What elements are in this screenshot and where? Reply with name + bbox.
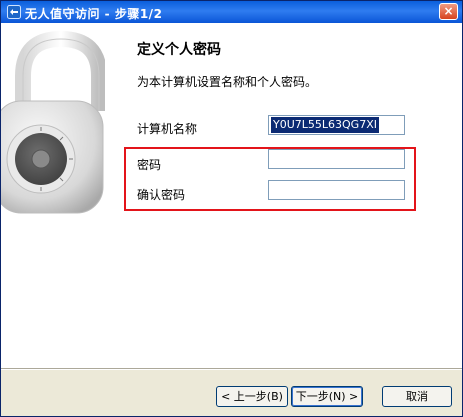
computer-name-label: 计算机名称: [137, 122, 198, 136]
button-separator: [1, 368, 462, 370]
wizard-window: 无人值守访问 - 步骤1/2 × 定义个人密码 为本计算机设置名称和个人密码。 …: [0, 0, 463, 417]
close-button[interactable]: ×: [439, 3, 458, 20]
page-description: 为本计算机设置名称和个人密码。: [137, 75, 318, 89]
page-title: 定义个人密码: [137, 42, 221, 58]
title-bar[interactable]: 无人值守访问 - 步骤1/2 ×: [1, 1, 462, 23]
app-icon: [7, 5, 21, 19]
next-button[interactable]: 下一步(N) >: [291, 386, 363, 407]
cancel-button[interactable]: 取消: [382, 386, 452, 407]
confirm-password-input[interactable]: [268, 180, 405, 200]
close-icon: ×: [443, 4, 454, 18]
padlock-icon: [1, 31, 105, 214]
window-title: 无人值守访问 - 步骤1/2: [25, 7, 163, 21]
password-label: 密码: [137, 158, 162, 172]
confirm-password-label: 确认密码: [137, 188, 186, 202]
back-button[interactable]: < 上一步(B): [216, 386, 288, 407]
computer-name-input[interactable]: [268, 115, 405, 135]
wizard-page: 定义个人密码 为本计算机设置名称和个人密码。 计算机名称 Y0U7L55L63Q…: [1, 23, 462, 368]
password-input[interactable]: [268, 149, 405, 169]
